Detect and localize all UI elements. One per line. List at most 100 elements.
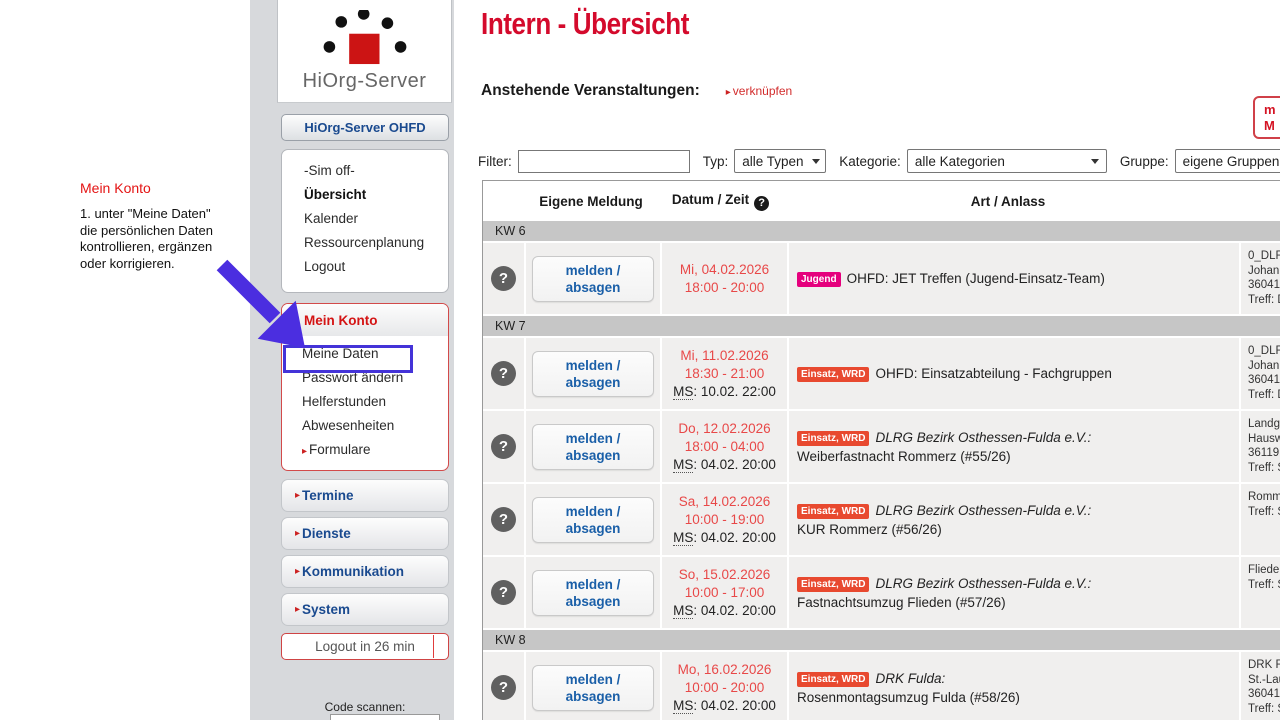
event-title-line: Einsatz, WRDDLRG Bezirk Osthessen-Fulda … — [797, 503, 1239, 519]
dienste-label: Dienste — [302, 526, 351, 541]
ms-abbreviation: MS — [673, 603, 693, 619]
melden-absagen-button[interactable]: melden /absagen — [532, 351, 654, 397]
event-organization: DLRG Bezirk Osthessen-Fulda e.V.: — [875, 503, 1091, 518]
event-title-cell: Einsatz, WRDDLRG Bezirk Osthessen-Fulda … — [789, 411, 1239, 482]
kategorie-label: Kategorie: — [839, 154, 901, 169]
event-title-cell: Einsatz, WRDDLRG Bezirk Osthessen-Fulda … — [789, 484, 1239, 555]
gruppe-select-value: eigene Gruppen — [1183, 154, 1280, 169]
chevron-down-icon — [812, 159, 820, 164]
event-date-line: Mo, 16.02.2026 — [678, 661, 772, 679]
triangle-right-icon: ▸ — [302, 446, 307, 457]
location-line: DRK Ful — [1248, 658, 1280, 673]
question-icon[interactable]: ? — [491, 580, 516, 605]
chevron-down-icon — [1091, 159, 1099, 164]
event-title-cell: Einsatz, WRDDLRG Bezirk Osthessen-Fulda … — [789, 557, 1239, 628]
clipped-info-box[interactable]: mM — [1253, 96, 1280, 139]
location-line: Hauswu — [1248, 432, 1280, 447]
triangle-right-icon: ▸ — [295, 490, 300, 501]
menu-item-ressourcenplanung[interactable]: Ressourcenplanung — [282, 231, 448, 255]
event-deadline-line: MS: 04.02. 20:00 — [673, 456, 776, 474]
question-icon[interactable]: ? — [491, 434, 516, 459]
datum-zeit-label: Datum / Zeit — [672, 192, 749, 207]
event-row: ? melden /absagen Sa, 14.02.202610:00 - 19… — [483, 484, 1280, 555]
event-title-cell: Einsatz, WRD DRK Fulda: Rosenmontagsumzug … — [789, 652, 1239, 720]
event-location-cell: 0_DLRGJohanne36041 FTreff: DLR — [1241, 338, 1280, 409]
melden-absagen-button[interactable]: melden /absagen — [532, 256, 654, 302]
event-organization: DLRG Bezirk Osthessen-Fulda e.V.: — [875, 576, 1091, 591]
location-line: St.-Laur — [1248, 673, 1280, 688]
help-icon[interactable]: ? — [754, 196, 769, 211]
event-row: ? melden /absagen Mo, 16.02.202610:00 - 20… — [483, 652, 1280, 720]
menu-item-kalender[interactable]: Kalender — [282, 207, 448, 231]
kategorie-select[interactable]: alle Kategorien — [907, 149, 1107, 173]
event-date-cell: Mi, 11.02.202618:30 - 21:00MS: 10.02. 22… — [662, 338, 787, 409]
account-item-formulare[interactable]: ▸Formulare — [282, 438, 448, 462]
event-date-line: Mi, 11.02.2026 — [680, 347, 768, 365]
location-line: 0_DLRG — [1248, 249, 1280, 264]
sidebar-section-system[interactable]: ▸System — [281, 593, 449, 626]
event-date-line: Sa, 14.02.2026 — [679, 493, 771, 511]
events-table: Eigene Meldung Datum / Zeit? Art / Anlas… — [482, 180, 1280, 720]
formulare-label: Formulare — [309, 442, 371, 457]
event-row: ? melden /absagenMi, 11.02.202618:30 - 21… — [483, 338, 1280, 409]
location-line: 36041 F — [1248, 278, 1280, 293]
event-action-cell: melden /absagen — [526, 411, 660, 482]
typ-select-value: alle Typen — [742, 154, 803, 169]
sidebar-section-kommunikation[interactable]: ▸Kommunikation — [281, 555, 449, 588]
event-location-cell: RommeTreff: Sick — [1241, 484, 1280, 555]
event-type-badge: Einsatz, WRD — [797, 431, 869, 446]
location-line: 0_DLRG — [1248, 344, 1280, 359]
event-location-cell: DRK FulSt.-Laur36041 FTreff: Sick — [1241, 652, 1280, 720]
event-help-cell: ? — [483, 411, 524, 482]
page-title: Intern - Übersicht — [481, 6, 689, 42]
menu-item-uebersicht[interactable]: Übersicht — [282, 183, 448, 207]
header-datum-zeit: Datum / Zeit? — [658, 192, 783, 211]
melden-absagen-button[interactable]: melden /absagen — [532, 665, 654, 711]
event-type-badge: Einsatz, WRD — [797, 367, 869, 382]
event-date-line: So, 15.02.2026 — [679, 566, 771, 584]
account-item-abwesenheiten[interactable]: Abwesenheiten — [282, 414, 448, 438]
question-icon[interactable]: ? — [491, 266, 516, 291]
filter-input[interactable] — [518, 150, 690, 173]
qr-code-image — [330, 714, 440, 720]
question-icon[interactable]: ? — [491, 675, 516, 700]
event-name: Rosenmontagsumzug Fulda (#58/26) — [797, 690, 1239, 705]
melden-absagen-button[interactable]: melden /absagen — [532, 497, 654, 543]
account-item-helferstunden[interactable]: Helferstunden — [282, 390, 448, 414]
event-title-line: Einsatz, WRDDLRG Bezirk Osthessen-Fulda … — [797, 576, 1239, 592]
event-row: ?melden /absagenMi, 04.02.202618:00 - 20… — [483, 243, 1280, 314]
event-deadline-line: MS: 04.02. 20:00 — [673, 697, 776, 715]
melden-absagen-button[interactable]: melden /absagen — [532, 570, 654, 616]
question-icon[interactable]: ? — [491, 507, 516, 532]
logout-timer[interactable]: Logout in 26 min — [281, 633, 449, 660]
gruppe-select[interactable]: eigene Gruppen — [1175, 149, 1280, 173]
event-date-line: 10:00 - 19:00 — [685, 511, 765, 529]
melden-absagen-button[interactable]: melden /absagen — [532, 424, 654, 470]
event-deadline-line: MS: 04.02. 20:00 — [673, 602, 776, 620]
ms-abbreviation: MS — [673, 384, 693, 400]
menu-item-sim-off[interactable]: -Sim off- — [282, 159, 448, 183]
location-line: Treff: DLR — [1248, 388, 1280, 403]
annotation-title: Mein Konto — [80, 180, 151, 196]
event-action-cell: melden /absagen — [526, 338, 660, 409]
event-date-line: 10:00 - 17:00 — [685, 584, 765, 602]
section-title: Anstehende Veranstaltungen: — [481, 82, 700, 100]
event-type-badge: Einsatz, WRD — [797, 672, 869, 687]
event-date-cell: Do, 12.02.202618:00 - 04:00MS: 04.02. 20… — [662, 411, 787, 482]
location-line: Romme — [1248, 490, 1280, 505]
verknuepfen-link[interactable]: ▸verknüpfen — [726, 84, 792, 98]
typ-select[interactable]: alle Typen — [734, 149, 826, 173]
event-organization: DRK Fulda: — [875, 671, 945, 686]
location-line: 36041 F — [1248, 373, 1280, 388]
header-eigene-meldung: Eigene Meldung — [524, 194, 658, 209]
filter-label: Filter: — [478, 154, 512, 169]
event-date-line: 10:00 - 20:00 — [685, 679, 765, 697]
system-label: System — [302, 602, 350, 617]
sidebar-section-dienste[interactable]: ▸Dienste — [281, 517, 449, 550]
question-icon[interactable]: ? — [491, 361, 516, 386]
event-action-cell: melden /absagen — [526, 484, 660, 555]
location-line: 36041 F — [1248, 687, 1280, 702]
sidebar-section-termine[interactable]: ▸Termine — [281, 479, 449, 512]
location-line: Johanne — [1248, 359, 1280, 374]
event-date-line: 18:00 - 20:00 — [685, 279, 765, 297]
